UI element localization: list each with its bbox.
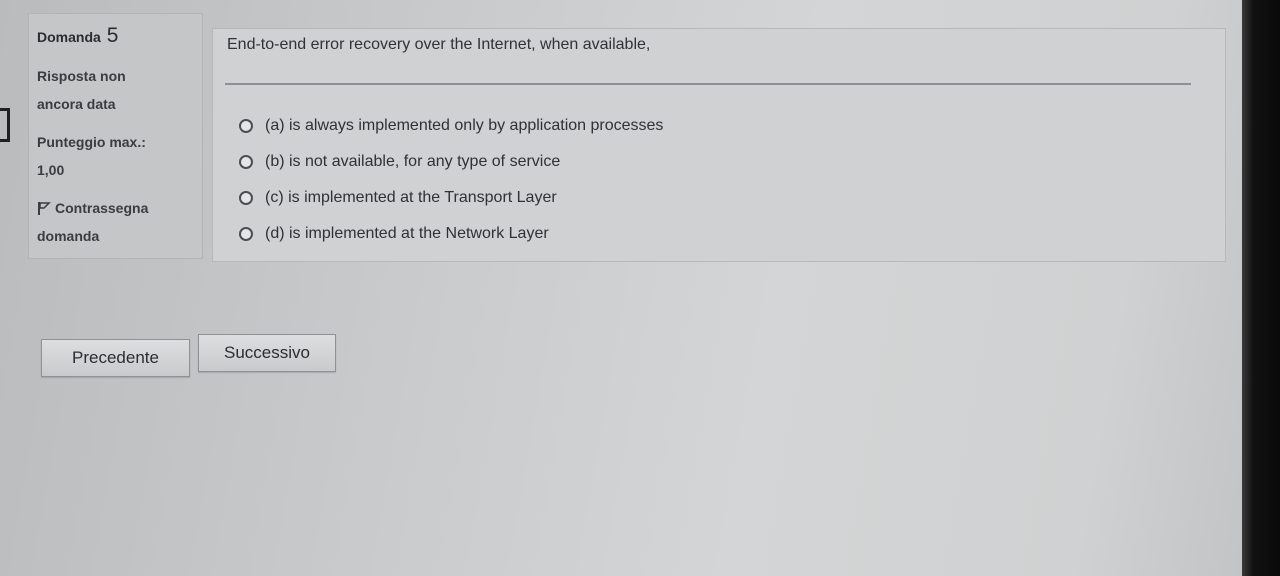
flag-question-link[interactable]: Contrassegna domanda [37,194,202,250]
answer-option-b[interactable]: (b) is not available, for any type of se… [239,144,663,180]
question-panel: End-to-end error recovery over the Inter… [212,28,1226,262]
answer-option-label: (c) is implemented at the Transport Laye… [265,189,557,206]
radio-button-a[interactable] [239,119,253,133]
question-info-panel: Domanda 5 Risposta non ancora data Punte… [28,13,203,259]
answer-status-line-1: Risposta non [37,68,126,84]
max-score-value: 1,00 [37,162,65,178]
radio-button-b[interactable] [239,155,253,169]
answer-option-a[interactable]: (a) is always implemented only by applic… [239,108,663,144]
monitor-bezel [1242,0,1280,576]
answer-option-label: (b) is not available, for any type of se… [265,153,561,170]
flag-icon [37,196,51,215]
answer-option-label: (a) is always implemented only by applic… [265,117,664,134]
question-label: Domanda [37,29,101,45]
next-button[interactable]: Successivo [198,334,336,372]
previous-button[interactable]: Precedente [41,339,190,377]
question-header: Domanda 5 [37,24,202,48]
radio-button-c[interactable] [239,191,253,205]
radio-button-d[interactable] [239,227,253,241]
flag-label-line-2: domanda [37,228,100,244]
question-number: 5 [106,24,119,47]
answer-option-label: (d) is implemented at the Network Layer [265,225,549,242]
answer-status: Risposta non ancora data [37,62,202,118]
screen-edge-mark [0,108,10,142]
max-score-label: Punteggio max.: [37,134,146,150]
answer-status-line-2: ancora data [37,96,116,112]
question-divider [225,83,1191,85]
question-text: End-to-end error recovery over the Inter… [227,36,651,53]
flag-label-line-1: Contrassegna [55,200,149,216]
answer-options: (a) is always implemented only by applic… [239,108,663,252]
answer-option-c[interactable]: (c) is implemented at the Transport Laye… [239,180,663,216]
max-score: Punteggio max.: 1,00 [37,128,202,184]
answer-option-d[interactable]: (d) is implemented at the Network Layer [239,216,663,252]
